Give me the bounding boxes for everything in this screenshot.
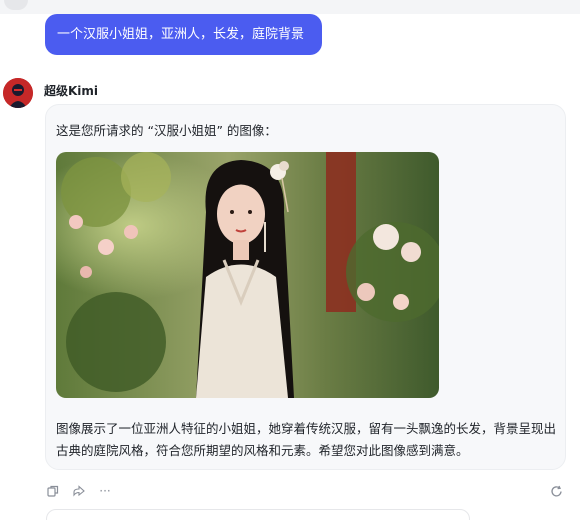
share-icon[interactable] [72,484,86,498]
assistant-name: 超级Kimi [44,84,99,98]
reply-intro-text: 这是您所请求的 “汉服小姐姐” 的图像： [56,123,277,138]
previous-message-strip [0,0,580,14]
user-message-bubble: 一个汉服小姐姐，亚洲人，长发，庭院背景 [45,14,322,55]
assistant-avatar [3,78,33,108]
next-message-stub [46,509,470,520]
copy-icon[interactable] [46,484,60,498]
previous-avatar [4,0,28,10]
more-icon[interactable]: ··· [98,484,112,498]
generated-image[interactable] [56,152,439,398]
message-actions: ··· [46,484,112,498]
refresh-icon[interactable] [549,484,563,498]
reply-body-text: 图像展示了一位亚洲人特征的小姐姐，她穿着传统汉服，留有一头飘逸的长发，背景呈现出… [56,421,557,458]
user-message-text: 一个汉服小姐姐，亚洲人，长发，庭院背景 [57,27,305,42]
